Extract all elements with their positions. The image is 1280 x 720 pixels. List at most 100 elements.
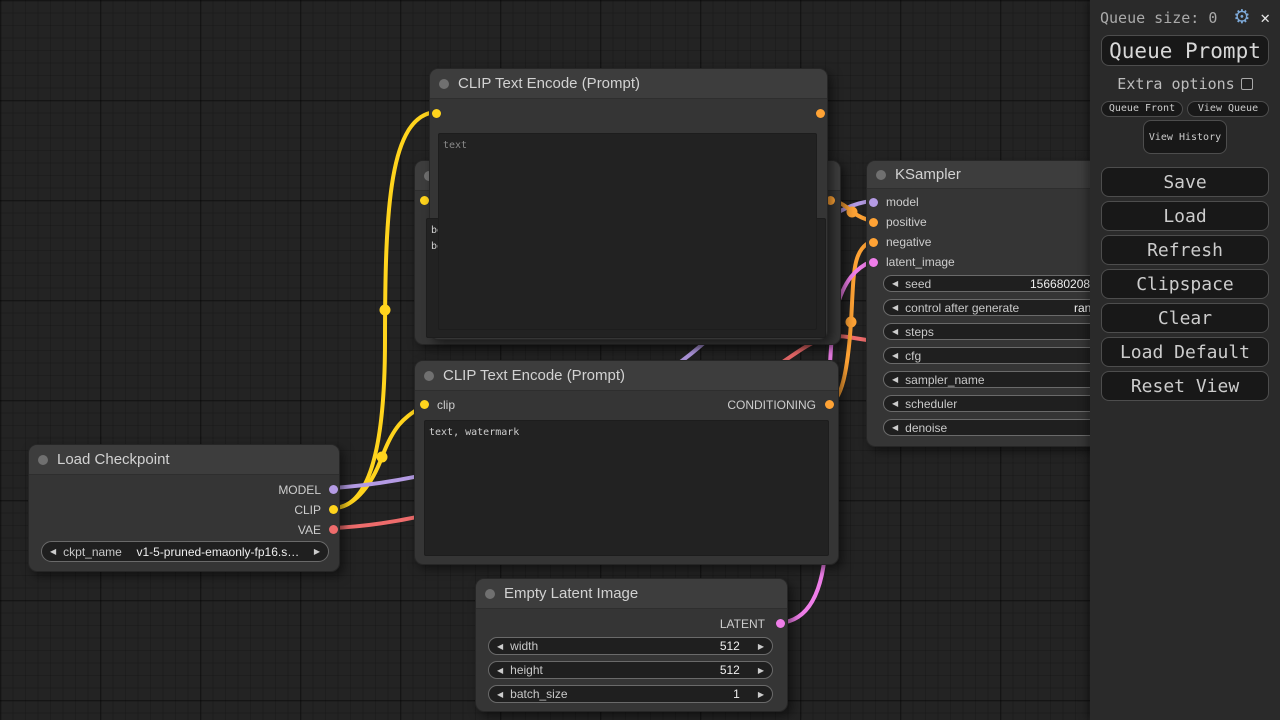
model-input-slot[interactable] — [869, 198, 878, 207]
node-title: Load Checkpoint — [57, 451, 170, 468]
widget-label: denoise — [905, 421, 947, 435]
vae-output-label: VAE — [298, 523, 321, 537]
widget-value: 512 — [720, 663, 740, 677]
queue-size-label: Queue size: 0 — [1100, 9, 1233, 27]
widget-label: steps — [905, 325, 934, 339]
save-button[interactable]: Save — [1101, 167, 1269, 197]
load-default-button[interactable]: Load Default — [1101, 337, 1269, 367]
node-empty-latent-image[interactable]: Empty Latent Image LATENT ◀ width 512 ▶ … — [475, 578, 788, 712]
reset-view-button[interactable]: Reset View — [1101, 371, 1269, 401]
widget-label: seed — [905, 277, 931, 291]
widget-label: scheduler — [905, 397, 957, 411]
queue-front-button[interactable]: Queue Front — [1101, 101, 1183, 117]
increment-arrow-icon[interactable]: ▶ — [758, 666, 764, 675]
latent-image-input-label: latent_image — [886, 255, 955, 269]
prompt-textarea-negative[interactable]: text, watermark — [424, 420, 829, 556]
wire-midpoint-dot[interactable] — [377, 452, 388, 463]
clip-output-slot[interactable] — [329, 505, 338, 514]
decrement-arrow-icon[interactable]: ◀ — [892, 279, 898, 288]
node-title-bar[interactable]: Load Checkpoint — [29, 445, 339, 475]
clip-output-label: CLIP — [294, 503, 321, 517]
comfyui-canvas[interactable]: { "colors": { "clip": "#ffd41d", "condit… — [0, 0, 1280, 720]
widget-value: 1566802087 — [1030, 277, 1097, 291]
widget-value: 512 — [720, 639, 740, 653]
decrement-arrow-icon[interactable]: ◀ — [497, 642, 503, 651]
conditioning-output-slot[interactable] — [825, 400, 834, 409]
negative-input-label: negative — [886, 235, 931, 249]
prompt-textarea-top[interactable] — [438, 133, 817, 330]
ckpt-name-widget[interactable]: ◀ ckpt_name v1-5-pruned-emaonly-fp16.s… … — [41, 541, 329, 562]
close-icon[interactable]: ✕ — [1260, 8, 1270, 27]
width-widget[interactable]: ◀ width 512 ▶ — [488, 637, 773, 655]
decrement-arrow-icon[interactable]: ◀ — [892, 303, 898, 312]
negative-input-slot[interactable] — [869, 238, 878, 247]
wire-midpoint-dot[interactable] — [380, 305, 391, 316]
widget-label: ckpt_name — [63, 545, 122, 559]
widget-label: batch_size — [510, 687, 567, 701]
decrement-arrow-icon[interactable]: ◀ — [892, 327, 898, 336]
node-title-bar[interactable]: CLIP Text Encode (Prompt) — [415, 361, 838, 391]
decrement-arrow-icon[interactable]: ◀ — [892, 399, 898, 408]
wire-midpoint-dot[interactable] — [847, 207, 858, 218]
latent-image-input-slot[interactable] — [869, 258, 878, 267]
conditioning-output-label: CONDITIONING — [727, 398, 816, 412]
positive-input-slot[interactable] — [869, 218, 878, 227]
node-title-bar[interactable]: Empty Latent Image — [476, 579, 787, 609]
view-history-button[interactable]: View History — [1143, 120, 1227, 154]
wire-midpoint-dot[interactable] — [846, 317, 857, 328]
queue-header: Queue size: 0 ⚙ ✕ — [1090, 0, 1280, 31]
positive-input-label: positive — [886, 215, 927, 229]
model-input-label: model — [886, 195, 919, 209]
node-title: KSampler — [895, 166, 961, 183]
refresh-button[interactable]: Refresh — [1101, 235, 1269, 265]
increment-arrow-icon[interactable]: ▶ — [758, 690, 764, 699]
decrement-arrow-icon[interactable]: ◀ — [892, 375, 898, 384]
next-option-arrow-icon[interactable]: ▶ — [314, 547, 320, 556]
clear-button[interactable]: Clear — [1101, 303, 1269, 333]
collapse-dot-icon[interactable] — [485, 589, 495, 599]
node-load-checkpoint[interactable]: Load Checkpoint MODEL CLIP VAE ◀ ckpt_na… — [28, 444, 340, 572]
wire-clip-to-negative-encoder — [333, 404, 425, 508]
clip-input-slot[interactable] — [432, 109, 441, 118]
widget-label: sampler_name — [905, 373, 984, 387]
batch-size-widget[interactable]: ◀ batch_size 1 ▶ — [488, 685, 773, 703]
widget-label: control after generate — [905, 301, 1019, 315]
node-title: CLIP Text Encode (Prompt) — [458, 75, 640, 92]
queue-prompt-button[interactable]: Queue Prompt — [1101, 35, 1269, 66]
model-output-slot[interactable] — [329, 485, 338, 494]
settings-gear-icon[interactable]: ⚙ — [1233, 8, 1250, 27]
decrement-arrow-icon[interactable]: ◀ — [497, 666, 503, 675]
height-widget[interactable]: ◀ height 512 ▶ — [488, 661, 773, 679]
extra-options-checkbox[interactable] — [1241, 78, 1253, 90]
decrement-arrow-icon[interactable]: ◀ — [892, 423, 898, 432]
collapse-dot-icon[interactable] — [38, 455, 48, 465]
widget-value: 1 — [733, 687, 740, 701]
latent-output-label: LATENT — [720, 617, 765, 631]
collapse-dot-icon[interactable] — [439, 79, 449, 89]
decrement-arrow-icon[interactable]: ◀ — [892, 351, 898, 360]
widget-label: height — [510, 663, 543, 677]
vae-output-slot[interactable] — [329, 525, 338, 534]
widget-label: cfg — [905, 349, 921, 363]
view-queue-button[interactable]: View Queue — [1187, 101, 1269, 117]
widget-value: v1-5-pruned-emaonly-fp16.s… — [122, 545, 314, 559]
prev-option-arrow-icon[interactable]: ◀ — [50, 547, 56, 556]
node-title: Empty Latent Image — [504, 585, 638, 602]
extra-options-label: Extra options — [1117, 75, 1234, 93]
decrement-arrow-icon[interactable]: ◀ — [497, 690, 503, 699]
collapse-dot-icon[interactable] — [424, 371, 434, 381]
clip-input-label: clip — [437, 398, 455, 412]
node-title: CLIP Text Encode (Prompt) — [443, 367, 625, 384]
clip-input-slot[interactable] — [420, 196, 429, 205]
clip-input-slot[interactable] — [420, 400, 429, 409]
latent-output-slot[interactable] — [776, 619, 785, 628]
collapse-dot-icon[interactable] — [876, 170, 886, 180]
conditioning-output-slot[interactable] — [816, 109, 825, 118]
widget-label: width — [510, 639, 538, 653]
load-button[interactable]: Load — [1101, 201, 1269, 231]
node-title-bar[interactable]: CLIP Text Encode (Prompt) — [430, 69, 827, 99]
model-output-label: MODEL — [278, 483, 321, 497]
clipspace-button[interactable]: Clipspace — [1101, 269, 1269, 299]
increment-arrow-icon[interactable]: ▶ — [758, 642, 764, 651]
comfy-menu: Queue size: 0 ⚙ ✕ Queue Prompt Extra opt… — [1090, 0, 1280, 720]
